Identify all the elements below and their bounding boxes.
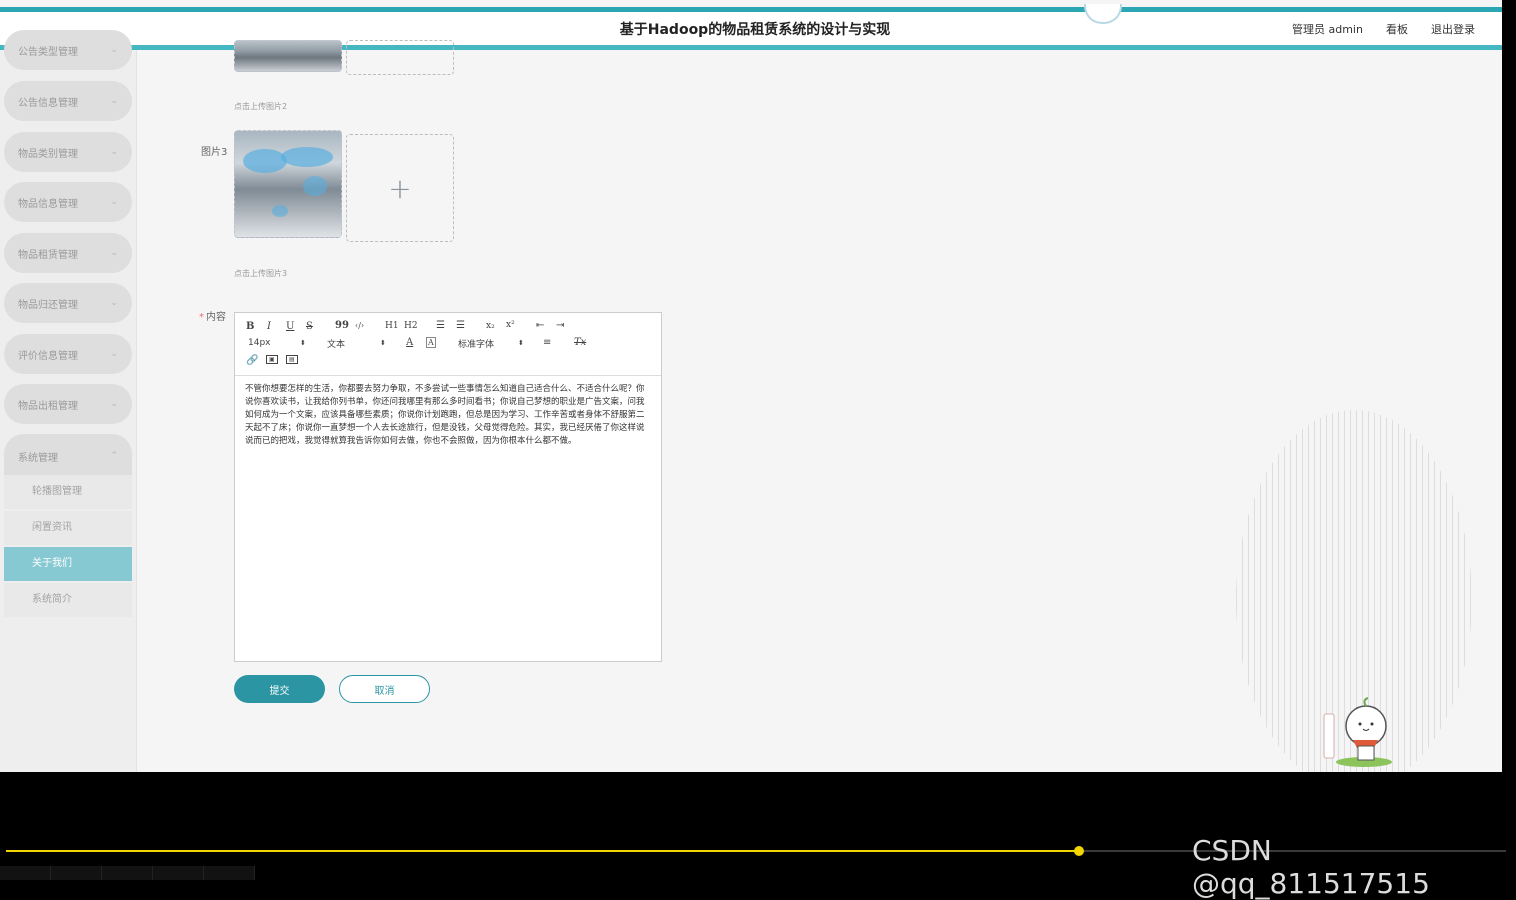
watermark-text: CSDN @qq_811517515 (1192, 834, 1430, 900)
editor-content[interactable]: 不管你想要怎样的生活，你都要去努力争取，不多尝试一些事情怎么知道自己适合什么、不… (245, 383, 649, 448)
sidebar-item-item-lease-out[interactable]: 物品出租管理 ⌄ (4, 384, 132, 424)
picture3-hint: 点击上传图片3 (234, 269, 288, 278)
sidebar-item-label: 物品类别管理 (18, 148, 78, 160)
mascot-illustration (1323, 697, 1392, 767)
sidebar-item-label: 系统管理 (18, 452, 58, 464)
italic-button[interactable]: I (267, 321, 271, 332)
top-header: 基于Hadoop的物品租赁系统的设计与实现 管理员 admin 看板 退出登录 (0, 4, 1502, 50)
sidebar-item-item-return[interactable]: 物品归还管理 ⌄ (4, 283, 132, 323)
player-tab[interactable] (0, 866, 51, 880)
font-family-select[interactable]: 标准字体 (458, 337, 494, 350)
bullet-list-icon[interactable]: ☰ (456, 320, 465, 331)
subscript-button[interactable]: x₂ (486, 321, 495, 331)
chevron-down-icon: ⌄ (110, 399, 118, 409)
player-tab[interactable] (204, 866, 255, 880)
ordered-list-icon[interactable]: ☰ (436, 320, 445, 331)
editor-toolbar: B I U S 99 ‹/› H1 H2 ☰ ☰ x₂ x² ⇤ ⇥ 14px … (235, 313, 661, 376)
sidebar-item-notice-info[interactable]: 公告信息管理 ⌄ (4, 81, 132, 121)
dashboard-link[interactable]: 看板 (1386, 21, 1408, 37)
player-tab[interactable] (51, 866, 102, 880)
player-tab[interactable] (153, 866, 204, 880)
sidebar-item-label: 物品信息管理 (18, 198, 78, 210)
header1-button[interactable]: H1 (385, 321, 399, 331)
picture3-upload-box[interactable]: + (346, 134, 454, 242)
sidebar-subitem-carousel[interactable]: 轮播图管理 (4, 475, 132, 509)
content-label: * 内容 (199, 308, 226, 323)
cancel-button[interactable]: 取消 (339, 675, 430, 703)
sidebar-item-system[interactable]: 系统管理 ⌃ (4, 434, 132, 478)
align-icon[interactable]: ≡ (543, 337, 551, 348)
indent-icon[interactable]: ⇥ (556, 320, 564, 331)
link-icon[interactable]: 🔗 (246, 355, 258, 366)
player-tab[interactable] (102, 866, 153, 880)
outdent-icon[interactable]: ⇤ (536, 320, 544, 331)
sidebar-item-item-category[interactable]: 物品类别管理 ⌄ (4, 132, 132, 172)
sidebar-item-label: 物品租赁管理 (18, 249, 78, 261)
font-size-select[interactable]: 14px (248, 338, 271, 348)
submit-button[interactable]: 提交 (234, 675, 325, 703)
header-select[interactable]: 文本 (327, 337, 345, 350)
image-icon[interactable]: ▣ (266, 355, 278, 364)
picture2-hint: 点击上传图片2 (234, 102, 288, 111)
progress-knob[interactable] (1073, 846, 1084, 856)
world-map-image (243, 147, 333, 217)
page-title: 基于Hadoop的物品租赁系统的设计与实现 (619, 22, 891, 38)
size-caret-icon: ⬍ (300, 339, 306, 347)
chevron-down-icon: ⌄ (110, 349, 118, 359)
plus-icon: + (388, 171, 412, 205)
content-label-text: 内容 (206, 312, 226, 323)
font-caret-icon: ⬍ (518, 339, 524, 347)
sidebar-item-label: 公告信息管理 (18, 97, 78, 109)
code-block-button[interactable]: ‹/› (355, 321, 364, 330)
player-bottom-tabs (0, 866, 255, 880)
picture3-label: 图片3 (201, 147, 228, 158)
picture2-upload-box[interactable] (346, 40, 454, 75)
header2-button[interactable]: H2 (404, 321, 418, 331)
sidebar-item-notice-type[interactable]: 公告类型管理 ⌄ (4, 30, 132, 70)
sidebar-item-review[interactable]: 评价信息管理 ⌄ (4, 334, 132, 374)
chevron-down-icon: ⌄ (110, 298, 118, 308)
sidebar-item-label: 公告类型管理 (18, 46, 78, 58)
clean-format-button[interactable]: Tx (574, 337, 586, 348)
rich-text-editor[interactable]: B I U S 99 ‹/› H1 H2 ☰ ☰ x₂ x² ⇤ ⇥ 14px … (234, 312, 662, 662)
sidebar-item-label: 物品归还管理 (18, 299, 78, 311)
required-asterisk: * (199, 312, 204, 323)
sidebar-subitem-idle-news[interactable]: 闲置资讯 (4, 511, 132, 545)
sidebar: 公告类型管理 ⌄ 公告信息管理 ⌄ 物品类别管理 ⌄ 物品信息管理 ⌄ 物品租赁管理 ⌄ … (0, 30, 137, 772)
video-player-controls: CSDN @qq_811517515 (0, 772, 1516, 900)
logout-link[interactable]: 退出登录 (1431, 21, 1475, 37)
chevron-down-icon: ⌄ (110, 197, 118, 207)
sidebar-subitem-system-intro[interactable]: 系统简介 (4, 583, 132, 617)
bold-button[interactable]: B (246, 321, 254, 332)
superscript-button[interactable]: x² (506, 320, 515, 330)
chevron-down-icon: ⌄ (110, 96, 118, 106)
background-color-icon[interactable]: A (426, 337, 436, 348)
progress-fill (6, 850, 1079, 852)
sidebar-item-item-info[interactable]: 物品信息管理 ⌄ (4, 182, 132, 222)
picture2-thumbnail[interactable] (234, 40, 342, 72)
chevron-down-icon: ⌄ (110, 248, 118, 258)
sidebar-item-label: 物品出租管理 (18, 400, 78, 412)
blockquote-button[interactable]: 99 (335, 320, 349, 331)
font-color-icon[interactable]: A (406, 337, 413, 348)
header-caret-icon: ⬍ (380, 339, 386, 347)
strike-button[interactable]: S (306, 321, 313, 332)
picture3-thumbnail[interactable] (234, 130, 342, 238)
underline-button[interactable]: U (286, 321, 294, 332)
chevron-up-icon: ⌃ (110, 451, 118, 461)
chevron-down-icon: ⌄ (110, 147, 118, 157)
sidebar-item-label: 评价信息管理 (18, 350, 78, 362)
admin-user-label: 管理员 admin (1292, 23, 1363, 36)
video-icon[interactable]: ▤ (286, 355, 298, 364)
chevron-down-icon: ⌄ (110, 45, 118, 55)
sidebar-subitem-about-us[interactable]: 关于我们 (4, 547, 132, 581)
sidebar-item-item-rental[interactable]: 物品租赁管理 ⌄ (4, 233, 132, 273)
app-window: 基于Hadoop的物品租赁系统的设计与实现 管理员 admin 看板 退出登录 … (0, 0, 1502, 772)
